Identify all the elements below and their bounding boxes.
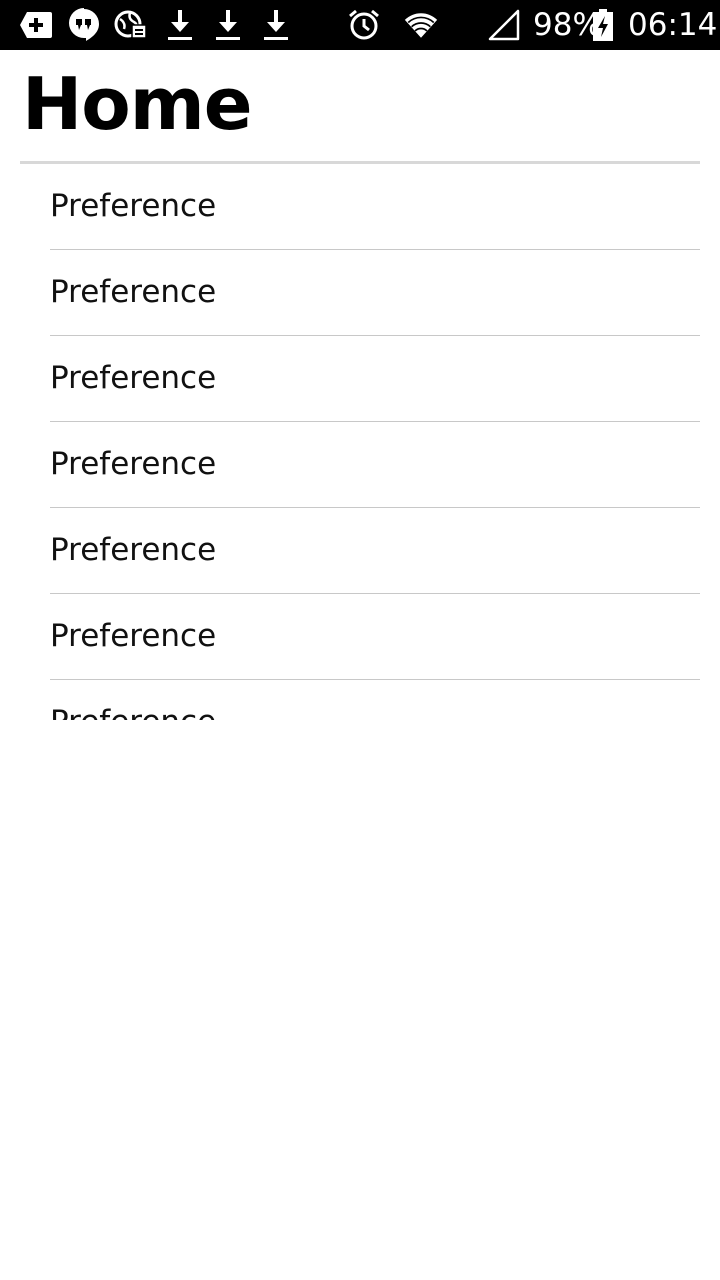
preference-item[interactable]: Preference xyxy=(0,594,720,680)
preference-list[interactable]: Preference Preference Preference Prefere… xyxy=(0,164,720,720)
preference-label: Preference xyxy=(50,188,217,224)
preference-label: Preference xyxy=(50,274,217,310)
download-icon xyxy=(163,8,197,42)
download-icon xyxy=(211,8,245,42)
preference-label: Preference xyxy=(50,680,216,720)
battery-charging-icon xyxy=(590,8,616,42)
clock-time: 06:14 xyxy=(628,7,718,43)
preference-item[interactable]: Preference xyxy=(0,422,720,508)
alarm-icon xyxy=(347,8,381,42)
preference-item[interactable]: Preference xyxy=(0,336,720,422)
vpn-globe-icon xyxy=(114,8,148,42)
preference-item[interactable]: Preference xyxy=(0,680,720,720)
status-bar: 98% 06:14 xyxy=(0,0,720,50)
preference-item[interactable]: Preference xyxy=(0,250,720,336)
preference-label: Preference xyxy=(50,532,217,568)
signal-icon xyxy=(487,8,521,42)
preference-label: Preference xyxy=(50,360,217,396)
hangouts-icon xyxy=(67,8,101,42)
preference-item[interactable]: Preference xyxy=(0,164,720,250)
preference-label: Preference xyxy=(50,446,217,482)
page-title: Home xyxy=(22,62,253,146)
wifi-icon xyxy=(404,8,438,42)
preference-label: Preference xyxy=(50,618,217,654)
download-icon xyxy=(259,8,293,42)
add-message-icon xyxy=(19,8,53,42)
preference-item[interactable]: Preference xyxy=(0,508,720,594)
